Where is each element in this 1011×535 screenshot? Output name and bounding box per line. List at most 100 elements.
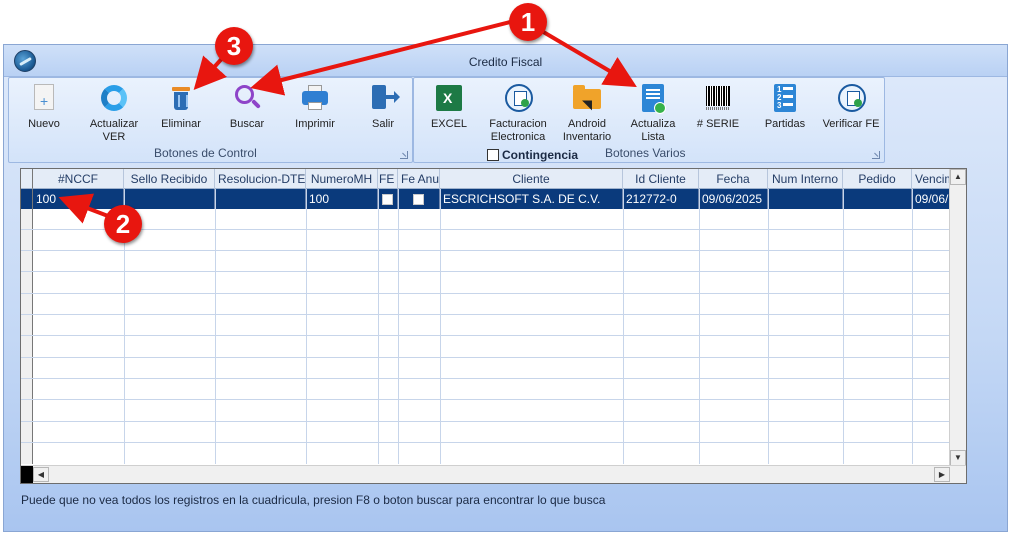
col-header-num-interno[interactable]: Num Interno: [768, 169, 843, 189]
col-header-cliente[interactable]: Cliente: [440, 169, 623, 189]
android-inventario-label: Android Inventario: [562, 118, 612, 143]
grid-line: [306, 189, 307, 464]
excel-icon: [433, 82, 465, 114]
update-list-icon: [637, 82, 669, 114]
grid-line: [21, 314, 951, 315]
grid-line: [440, 189, 441, 464]
col-header-fe[interactable]: FE: [378, 169, 398, 189]
actualiza-lista-button[interactable]: Actualiza Lista: [625, 82, 681, 148]
grid-line: [768, 189, 769, 464]
printer-icon: [299, 82, 331, 114]
contingencia-checkbox[interactable]: Contingencia: [487, 148, 578, 162]
cell-fe[interactable]: [378, 189, 398, 209]
grid-line: [21, 399, 951, 400]
cell-fe-anu[interactable]: [398, 189, 440, 209]
col-header-nccf[interactable]: #NCCF: [33, 169, 124, 189]
actualizar-ver-label: Actualizar VER: [89, 118, 139, 143]
cell-sello-recibido[interactable]: [124, 189, 215, 209]
serie-button[interactable]: # SERIE: [694, 82, 742, 148]
partidas-label: Partidas: [764, 118, 806, 130]
window-title: Credito Fiscal: [468, 55, 543, 69]
varios-group-launcher-icon[interactable]: [872, 151, 880, 159]
grid-line: [843, 189, 844, 464]
col-header-resolucion-dte[interactable]: Resolucion-DTE: [215, 169, 306, 189]
actualizar-ver-button[interactable]: Actualizar VER: [82, 82, 146, 148]
annotation-badge-2: 2: [104, 205, 142, 243]
data-grid[interactable]: #NCCF Sello Recibido Resolucion-DTE Nume…: [20, 168, 967, 484]
android-inventario-button[interactable]: Android Inventario: [559, 82, 615, 148]
grid-line: [21, 442, 951, 443]
credito-fiscal-window: Credito Fiscal Nuevo Actualizar VER Elim…: [3, 44, 1008, 532]
horizontal-scrollbar[interactable]: ◀ ▶: [21, 465, 966, 483]
contingencia-checkbox-box[interactable]: [487, 149, 499, 161]
buscar-button[interactable]: Buscar: [221, 82, 273, 148]
cell-numeromh[interactable]: 100: [306, 189, 378, 209]
grid-line: [699, 189, 700, 464]
col-header-pedido[interactable]: Pedido: [843, 169, 912, 189]
title-bar: Credito Fiscal: [4, 45, 1007, 77]
grid-line: [21, 357, 951, 358]
scroll-corner: [21, 466, 33, 483]
fe-checkbox[interactable]: [382, 193, 393, 205]
cell-fecha[interactable]: 09/06/2025: [699, 189, 768, 209]
partidas-button[interactable]: Partidas: [761, 82, 809, 148]
verificar-fe-button[interactable]: Verificar FE: [820, 82, 882, 148]
fe-anu-checkbox[interactable]: [413, 193, 424, 205]
annotation-badge-3: 3: [215, 27, 253, 65]
col-header-id-cliente[interactable]: Id Cliente: [623, 169, 699, 189]
botones-de-control-title: Botones de Control: [154, 146, 257, 160]
col-header-numeromh[interactable]: NumeroMH: [306, 169, 378, 189]
grid-line: [21, 293, 951, 294]
excel-button[interactable]: EXCEL: [427, 82, 471, 148]
nuevo-label: Nuevo: [28, 118, 60, 130]
scroll-left-icon[interactable]: ◀: [33, 467, 49, 482]
eliminar-label: Eliminar: [161, 118, 201, 130]
contingencia-label: Contingencia: [502, 148, 579, 162]
grid-line: [378, 189, 379, 464]
col-header-sello-recibido[interactable]: Sello Recibido: [124, 169, 215, 189]
scroll-up-icon[interactable]: ▲: [950, 169, 966, 185]
scroll-down-icon[interactable]: ▼: [950, 450, 966, 466]
grid-line: [21, 229, 951, 230]
buscar-label: Buscar: [229, 118, 265, 130]
cell-pedido[interactable]: [843, 189, 912, 209]
vertical-scrollbar[interactable]: ▲ ▼: [949, 169, 966, 466]
grid-line: [21, 271, 951, 272]
scroll-right-icon[interactable]: ▶: [934, 467, 950, 482]
col-header-fe-anu[interactable]: Fe Anu: [398, 169, 440, 189]
cell-vencim[interactable]: 09/06/: [912, 189, 953, 209]
grid-line: [623, 189, 624, 464]
eliminar-button[interactable]: Eliminar: [155, 82, 207, 148]
grid-line: [21, 335, 951, 336]
control-group-launcher-icon[interactable]: [400, 151, 408, 159]
nuevo-button[interactable]: Nuevo: [18, 82, 70, 148]
grid-header: #NCCF Sello Recibido Resolucion-DTE Nume…: [33, 169, 953, 189]
facturacion-electronica-button[interactable]: Facturacion Electronica: [486, 82, 550, 148]
numbered-list-icon: [769, 82, 801, 114]
imprimir-label: Imprimir: [295, 118, 335, 130]
col-header-fecha[interactable]: Fecha: [699, 169, 768, 189]
col-header-vencim[interactable]: Vencim: [912, 169, 953, 189]
empty-rows-area[interactable]: [21, 209, 951, 464]
new-document-icon: [28, 82, 60, 114]
cell-num-interno[interactable]: [768, 189, 843, 209]
table-row[interactable]: 100 100 ESCRICHSOFT S.A. DE C.V. 212772-…: [33, 189, 953, 209]
refresh-icon: [98, 82, 130, 114]
grid-line: [912, 189, 913, 464]
cell-id-cliente[interactable]: 212772-0: [623, 189, 699, 209]
status-message: Puede que no vea todos los registros en …: [21, 493, 606, 507]
verificar-fe-label: Verificar FE: [822, 118, 880, 130]
botones-varios-group: EXCEL Facturacion Electronica Android In…: [413, 77, 885, 163]
facturacion-seal-icon: [502, 82, 534, 114]
cell-resolucion-dte[interactable]: [215, 189, 306, 209]
salir-button[interactable]: Salir: [358, 82, 408, 148]
cell-nccf[interactable]: 100: [33, 189, 124, 209]
grid-line: [215, 189, 216, 464]
excel-label: EXCEL: [430, 118, 468, 130]
botones-varios-title: Botones Varios: [605, 146, 686, 160]
trash-icon: [165, 82, 197, 114]
imprimir-button[interactable]: Imprimir: [287, 82, 343, 148]
cell-cliente[interactable]: ESCRICHSOFT S.A. DE C.V.: [440, 189, 623, 209]
botones-de-control-group: Nuevo Actualizar VER Eliminar Buscar Imp…: [8, 77, 413, 163]
row-header-selected[interactable]: [21, 189, 33, 209]
